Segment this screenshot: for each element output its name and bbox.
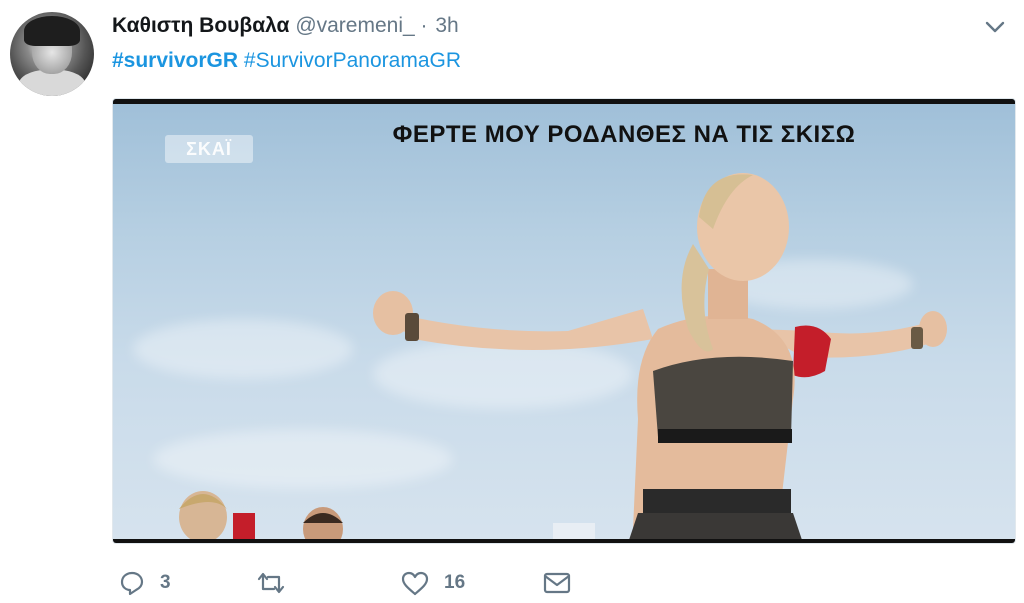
direct-message-button[interactable]	[542, 568, 572, 598]
author-name[interactable]: Καθιστη Βουβαλα	[112, 14, 289, 37]
separator-dot: ·	[420, 14, 428, 37]
reply-icon	[118, 569, 146, 597]
chevron-down-icon[interactable]	[984, 16, 1006, 38]
tweet-time[interactable]: 3h	[435, 14, 458, 37]
tweet-media[interactable]: ΣΚΑΪ ΦΕΡΤΕ ΜΟΥ ΡΟΔΑΝΘΕΣ ΝΑ ΤΙΣ ΣΚΙΣΩ	[112, 98, 1016, 544]
reply-count: 3	[160, 572, 171, 593]
tweet-text: #survivorGR #SurvivorPanoramaGR	[112, 47, 461, 75]
author-handle[interactable]: @varemeni_	[295, 14, 414, 37]
retweet-icon	[256, 569, 286, 597]
like-button[interactable]: 16	[400, 568, 465, 598]
like-count: 16	[444, 572, 466, 593]
heart-icon	[400, 569, 430, 597]
hashtag-link[interactable]: #survivorGR	[112, 49, 238, 72]
reply-button[interactable]: 3	[118, 568, 171, 598]
hashtag-link[interactable]: #SurvivorPanoramaGR	[244, 49, 461, 72]
envelope-icon	[542, 569, 572, 597]
meme-caption: ΦΕΡΤΕ ΜΟΥ ΡΟΔΑΝΘΕΣ ΝΑ ΤΙΣ ΣΚΙΣΩ	[392, 121, 856, 148]
woman-photo	[179, 173, 947, 543]
avatar[interactable]	[10, 12, 94, 96]
tweet-header: Καθιστη Βουβαλα @varemeni_ · 3h	[112, 12, 459, 40]
retweet-button[interactable]	[256, 568, 300, 598]
